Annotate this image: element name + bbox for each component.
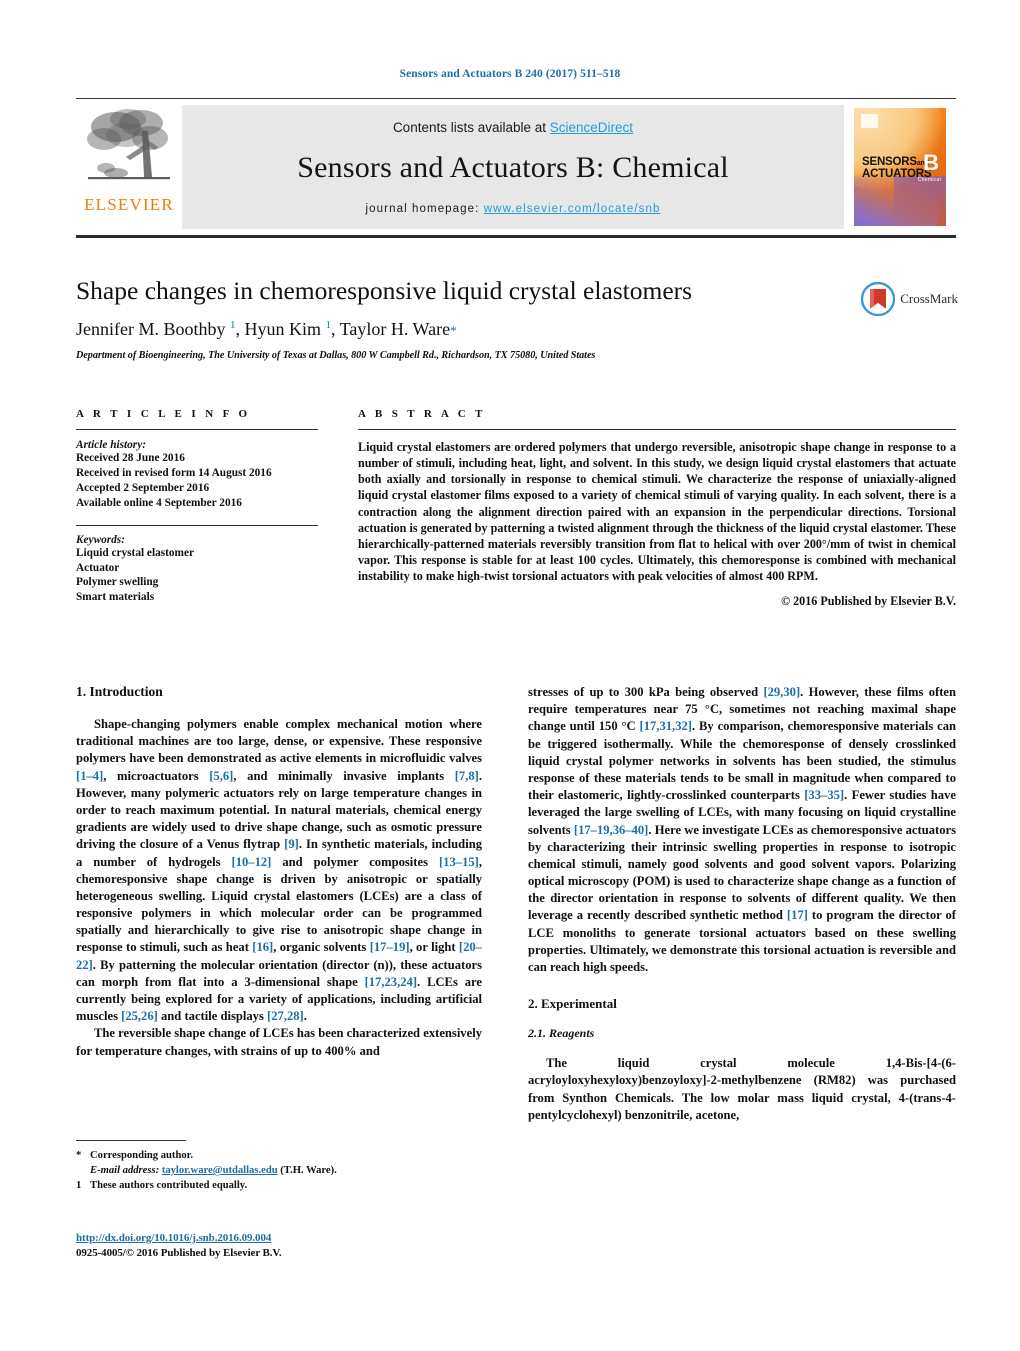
keyword-item: Smart materials (76, 591, 155, 604)
crossmark-badge[interactable]: CrossMark (861, 282, 958, 316)
history-item: Received 28 June 2016 (76, 452, 185, 464)
history-item: Accepted 2 September 2016 (76, 481, 210, 494)
intro-paragraph-1: Shape-changing polymers enable complex m… (76, 717, 483, 1024)
title-block: Shape changes in chemoresponsive liquid … (76, 276, 846, 361)
keyword-item: Liquid crystal elastomer (76, 546, 194, 559)
keywords-rule (76, 524, 318, 526)
heading-reagents: 2.1. Reagents (528, 1026, 595, 1041)
heading-experimental: 2. Experimental (528, 996, 617, 1012)
affiliation: Department of Bioengineering, The Univer… (76, 350, 596, 362)
elsevier-tree-icon (87, 109, 170, 180)
footnote-area: * Corresponding author. E-mail address: … (76, 1140, 482, 1193)
abstract-heading: A B S T R A C T (358, 408, 486, 420)
issn-copyright-line: 0925-4005/© 2016 Published by Elsevier B… (76, 1247, 282, 1259)
footnote-corresponding-author: * Corresponding author. (76, 1148, 482, 1163)
paper-page: Sensors and Actuators B 240 (2017) 511–5… (0, 0, 1020, 1351)
email-label: E-mail address: (90, 1165, 160, 1177)
running-head: Sensors and Actuators B 240 (2017) 511–5… (399, 68, 621, 80)
cover-elsevier-badge-icon (861, 114, 878, 128)
article-info-column: A R T I C L E I N F O Article history: R… (76, 408, 318, 605)
footnote-corresponding-text: Corresponding author. (90, 1150, 194, 1161)
heading-introduction: 1. Introduction (76, 684, 163, 699)
journal-banner: Contents lists available at ScienceDirec… (182, 105, 844, 229)
right-paragraph-1: stresses of up to 300 kPa being observed… (528, 685, 957, 974)
cover-violet-shape (894, 176, 946, 226)
journal-cover-thumbnail: SENSORSand ACTUATORS B Chemical (844, 99, 956, 235)
crossmark-label: CrossMark (900, 291, 958, 306)
keywords-title: Keywords: (76, 533, 125, 546)
keyword-item: Actuator (76, 561, 120, 574)
article-info-heading: A R T I C L E I N F O (76, 408, 251, 420)
journal-title: Sensors and Actuators B: Chemical (297, 150, 729, 184)
author-list: Jennifer M. Boothby 1, Hyun Kim 1, Taylo… (76, 319, 457, 340)
journal-homepage-link[interactable]: www.elsevier.com/locate/snb (484, 203, 661, 215)
keyword-item: Polymer swelling (76, 576, 159, 589)
history-item: Available online 4 September 2016 (76, 496, 242, 509)
reagents-paragraph: The liquid crystal molecule 1,4-Bis-[4-(… (528, 1056, 956, 1122)
doi-block: http://dx.doi.org/10.1016/j.snb.2016.09.… (76, 1228, 496, 1259)
cover-series-letter: B (923, 150, 939, 175)
keywords-block: Keywords: Liquid crystal elastomer Actua… (76, 534, 318, 606)
abstract-column: A B S T R A C T Liquid crystal elastomer… (358, 408, 956, 609)
footnote-email: E-mail address: taylor.ware@utdallas.edu… (76, 1163, 482, 1178)
body-column-right: stresses of up to 300 kPa being observed… (528, 684, 956, 1124)
contents-available-line: Contents lists available at ScienceDirec… (393, 120, 633, 135)
footnote-marker-one: 1 (76, 1180, 82, 1192)
page-title: Shape changes in chemoresponsive liquid … (76, 276, 693, 305)
homepage-prefix: journal homepage: (365, 202, 484, 215)
elsevier-logo: ELSEVIER (76, 99, 182, 235)
abstract-copyright: © 2016 Published by Elsevier B.V. (781, 594, 956, 609)
journal-homepage-line: journal homepage: www.elsevier.com/locat… (366, 203, 661, 215)
body-column-left: 1. Introduction Shape-changing polymers … (76, 684, 482, 1060)
contents-prefix: Contents lists available at (392, 119, 550, 135)
article-history-title: Article history: (76, 439, 146, 451)
cover-line1: SENSORS (862, 156, 917, 168)
intro-paragraph-2: The reversible shape change of LCEs has … (76, 1026, 482, 1058)
footnote-equal-text: These authors contributed equally. (90, 1180, 248, 1192)
history-item: Received in revised form 14 August 2016 (76, 466, 272, 479)
article-info-rule (76, 429, 318, 430)
cover-art: SENSORSand ACTUATORS B Chemical (854, 108, 946, 226)
crossmark-icon (861, 282, 896, 316)
footnote-rule (76, 1140, 186, 1141)
footnote-marker-asterisk: * (76, 1150, 82, 1161)
cover-subtitle: Chemical (917, 177, 941, 183)
email-suffix: (T.H. Ware). (277, 1165, 337, 1177)
doi-link[interactable]: http://dx.doi.org/10.1016/j.snb.2016.09.… (76, 1232, 271, 1244)
email-link[interactable]: taylor.ware@utdallas.edu (162, 1165, 278, 1176)
footnote-equal-contribution: 1 These authors contributed equally. (76, 1178, 482, 1193)
abstract-text: Liquid crystal elastomers are ordered po… (358, 440, 956, 584)
elsevier-wordmark: ELSEVIER (84, 195, 174, 214)
sciencedirect-link[interactable]: ScienceDirect (550, 120, 633, 135)
abstract-rule (358, 429, 956, 430)
journal-masthead: ELSEVIER Contents lists available at Sci… (76, 98, 956, 238)
